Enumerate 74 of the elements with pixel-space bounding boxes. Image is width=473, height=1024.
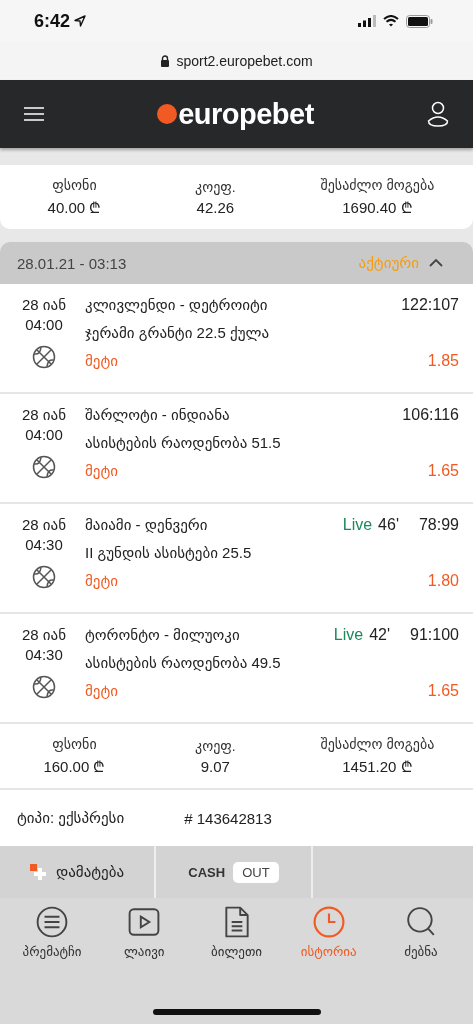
summary-label: კოეფ. (195, 737, 236, 754)
location-arrow-icon (74, 15, 87, 27)
market-name: ჯერამი გრანტი 22.5 ქულა (85, 324, 271, 343)
event-time: 04:30 (25, 646, 63, 664)
live-status: Live (333, 626, 364, 645)
live-status: Live (342, 516, 373, 535)
play-icon (128, 906, 161, 938)
basketball-icon (32, 565, 56, 589)
battery-icon (406, 14, 433, 28)
logo-dot-icon (157, 104, 178, 124)
bet-status: აქტიური (358, 254, 419, 272)
event-date: 28 იან (21, 626, 67, 644)
clock-icon (312, 906, 345, 938)
market-name: II გუნდის ასისტები 25.5 (85, 544, 253, 563)
event-date: 28 იან (21, 516, 67, 534)
match-name: შარლოტი - ინდიანა (85, 406, 231, 425)
bet-type: ტიპი: ექსპრესი (17, 809, 125, 827)
chevron-up-icon[interactable] (429, 259, 443, 267)
menu-icon[interactable] (24, 107, 44, 121)
summary-label: შესაძლო მოგება (320, 736, 435, 752)
basketball-icon (32, 675, 56, 699)
pick-name: მეტი (85, 572, 120, 591)
logo: europebet (157, 97, 314, 131)
event-time: 04:30 (25, 536, 63, 554)
odds-value: 1.85 (426, 352, 459, 370)
odds-value: 1.80 (426, 572, 459, 590)
market-name: ასისტების რაოდენობა 49.5 (85, 654, 282, 673)
summary-value: 42.26 (196, 198, 235, 216)
url-text: sport2.europebet.com (176, 53, 313, 69)
match-name: ტორონტო - მილუოკი (85, 626, 241, 645)
summary-value: 1451.20 ₾ (342, 757, 413, 776)
summary-value: 1690.40 ₾ (342, 198, 413, 217)
basketball-icon (32, 345, 56, 369)
bet-date: 28.01.21 - 03:13 (17, 254, 128, 272)
odds-value: 1.65 (426, 682, 459, 700)
tab[interactable]: პრემატჩი (6, 906, 99, 959)
ticket-number: # 143642813 (184, 809, 272, 827)
clock-time: 6:42 (34, 10, 71, 32)
lock-icon (160, 55, 171, 67)
basketball-icon (32, 455, 56, 479)
bet-header[interactable]: 28.01.21 - 03:13 აქტიური (0, 242, 473, 284)
match-score: 91:100 (410, 626, 459, 645)
user-icon[interactable] (427, 101, 449, 127)
event-time: 04:00 (25, 426, 63, 444)
tab[interactable]: ძებნა (374, 906, 467, 959)
match-minute: 42' (369, 626, 391, 645)
tab[interactable]: ბილეთი (190, 906, 283, 959)
signal-icon (358, 15, 376, 27)
pick-name: მეტი (85, 352, 120, 371)
search-icon (404, 906, 437, 938)
summary-value: 40.00 ₾ (47, 198, 102, 217)
wifi-icon (383, 15, 399, 27)
match-minute: 46' (378, 516, 399, 535)
summary-value: 9.07 (200, 757, 230, 775)
match-name: მაიამი - დენვერი (85, 516, 209, 535)
summary-label: კოეფ. (195, 178, 236, 195)
tab[interactable]: ლაივი (98, 906, 191, 959)
match-score: 106:116 (402, 406, 459, 425)
odds-value: 1.65 (426, 462, 459, 480)
event-date: 28 იან (21, 406, 67, 424)
match-name: კლივლენდი - დეტროიტი (85, 296, 269, 315)
summary-value: 160.00 ₾ (43, 757, 106, 776)
market-name: ასისტების რაოდენობა 51.5 (85, 434, 282, 453)
pick-name: მეტი (85, 462, 120, 481)
match-score: 122:107 (401, 296, 459, 315)
pick-name: მეტი (85, 682, 120, 701)
event-time: 04:00 (25, 316, 63, 334)
event-date: 28 იან (21, 296, 67, 314)
summary-label: ფსონი (52, 736, 97, 752)
list-icon (36, 906, 69, 938)
summary-label: შესაძლო მოგება (320, 177, 435, 193)
match-score: 78:99 (418, 516, 459, 535)
plus-icon (29, 864, 46, 880)
summary-label: ფსონი (52, 177, 97, 193)
